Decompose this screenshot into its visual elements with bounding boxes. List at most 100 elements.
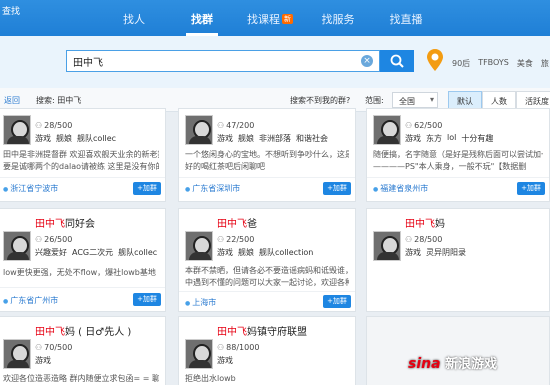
tag[interactable]: 和谐社会 — [296, 133, 328, 144]
group-card[interactable]: 28/500 游戏舰娘舰队collec 田中是非洲提督群 欢迎喜欢舰天业余的新老… — [0, 108, 166, 202]
group-description-line2: 好的喝红茶吧后闲聊吧 — [185, 162, 265, 171]
sort-members-tab[interactable]: 人数 — [482, 91, 516, 109]
sort-default-tab[interactable]: 默认 — [448, 91, 482, 109]
sort-activity-tab[interactable]: 活跃度 — [516, 91, 550, 109]
hot-link[interactable]: TFBOYS — [478, 58, 509, 69]
group-description: 欢迎各位造恶造略 群内随便立求包函= = 聊鹅N程N都 — [3, 374, 159, 383]
group-avatar — [373, 115, 401, 145]
join-group-button[interactable]: +加群 — [323, 295, 351, 308]
tag[interactable]: 舰娘 — [56, 133, 72, 144]
search-input[interactable]: 田中飞 × — [66, 50, 380, 72]
tag[interactable]: 灵异阴阳录 — [426, 247, 466, 258]
join-group-button[interactable]: +加群 — [133, 293, 161, 306]
tag[interactable]: 舰队collec — [118, 247, 157, 258]
group-card[interactable]: 62/500 游戏东方 lol 十分有趣 随便搞，名字随意（是好是残称后面可以尝试加… — [366, 108, 550, 202]
sina-games-watermark: sina 新浪游戏 — [408, 356, 498, 372]
tag[interactable]: 舰队collection — [259, 247, 313, 258]
card-divider — [179, 291, 355, 292]
group-description: 田中是非洲提督群 欢迎喜欢舰天业余的新老提督 — [3, 150, 159, 159]
tag[interactable]: 十分有趣 — [461, 133, 493, 144]
group-card[interactable]: 田中飞同好会 26/500 兴趣爱好 ACG二次元舰队collec low更快更强… — [0, 208, 166, 312]
tab-find-live[interactable]: 找直播 — [372, 0, 440, 36]
join-group-button[interactable]: +加群 — [517, 182, 545, 195]
tab-find-service[interactable]: 找服务 — [304, 0, 372, 36]
group-location[interactable]: 广东省广州市 — [3, 295, 58, 306]
group-avatar — [373, 231, 401, 261]
card-divider — [367, 177, 549, 178]
group-location[interactable]: 广东省深圳市 — [185, 183, 240, 194]
group-avatar — [185, 115, 213, 145]
group-card[interactable]: 田中飞妈镇守府联盟 88/1000 游戏 拒绝出水lowb — [178, 316, 356, 385]
tag[interactable]: ACG二次元 — [72, 247, 113, 258]
tag[interactable]: 兴趣爱好 — [35, 247, 67, 258]
range-label: 范围: — [365, 96, 384, 105]
member-count: 62/500 — [405, 121, 442, 130]
tag[interactable]: lol — [447, 133, 456, 144]
group-card[interactable]: 田中飞妈 ( 日♂先人 ) 70/500 游戏 欢迎各位造恶造略 群内随便立求包… — [0, 316, 166, 385]
search-icon — [390, 54, 404, 68]
group-description-line2: 中遇到不懂的问题可以大家一起讨论，欢迎各种 — [185, 278, 349, 287]
tag[interactable]: 游戏 — [405, 133, 421, 144]
tag[interactable]: 游戏 — [35, 133, 51, 144]
member-count: 28/500 — [35, 121, 72, 130]
tag[interactable]: 东方 — [426, 133, 442, 144]
group-name[interactable]: 田中飞同好会 — [35, 215, 95, 230]
group-description: low更快更强，无处不flow，爆社lowb基地 — [3, 268, 156, 277]
tag[interactable]: 游戏 — [35, 355, 51, 366]
tag[interactable]: 舰娘 — [238, 247, 254, 258]
search-button[interactable] — [380, 50, 414, 72]
group-avatar — [3, 115, 31, 145]
tag[interactable]: 非洲部落 — [259, 133, 291, 144]
tag[interactable]: 舰队collec — [77, 133, 116, 144]
card-divider — [0, 177, 165, 178]
join-group-button[interactable]: +加群 — [133, 182, 161, 195]
group-location[interactable]: 福建省泉州市 — [373, 183, 428, 194]
tag[interactable]: 舰娘 — [238, 133, 254, 144]
group-description-line2: 要是诚哪两个的dalao请被练 这里是没有你的位置 — [3, 162, 159, 171]
join-group-button[interactable]: +加群 — [323, 182, 351, 195]
group-location[interactable]: 上海市 — [185, 297, 216, 308]
member-count: 88/1000 — [217, 343, 259, 352]
group-avatar — [3, 231, 31, 261]
search-summary: 搜索: 田中飞 — [36, 96, 82, 105]
member-count: 28/500 — [405, 235, 442, 244]
group-tags: 游戏 — [35, 355, 51, 366]
card-divider — [179, 177, 355, 178]
clear-icon[interactable]: × — [361, 55, 373, 67]
tag[interactable]: 游戏 — [217, 247, 233, 258]
group-avatar — [185, 231, 213, 261]
group-name[interactable]: 田中飞妈镇守府联盟 — [217, 323, 307, 338]
group-location[interactable]: 浙江省宁波市 — [3, 183, 58, 194]
group-card[interactable]: 田中飞妈 28/500 游戏灵异阴阳录 — [366, 208, 550, 312]
tag[interactable]: 游戏 — [217, 133, 233, 144]
group-name[interactable]: 田中飞妈 ( 日♂先人 ) — [35, 323, 131, 338]
tab-find-course[interactable]: 找课程新 — [236, 0, 304, 36]
group-card[interactable]: 47/200 游戏舰娘非洲部落和谐社会 一个悠闲身心的宝地。不想听到争吵什么，这… — [178, 108, 356, 202]
member-count: 70/500 — [35, 343, 72, 352]
hot-link[interactable]: 旅 — [541, 58, 549, 69]
tab-find-people[interactable]: 找人 — [100, 0, 168, 36]
group-card[interactable]: 田中飞爸 22/500 游戏舰娘舰队collection 本群不禁晒，但请各必不… — [178, 208, 356, 312]
hot-link[interactable]: 90后 — [452, 58, 470, 69]
group-description: 一个悠闲身心的宝地。不想听到争吵什么，这是好 — [185, 150, 349, 159]
search-area: 田中飞 × 90后 TFBOYS 美食 旅 — [0, 36, 550, 88]
range-select[interactable]: 全国 — [392, 92, 438, 108]
group-name[interactable]: 田中飞妈 — [405, 215, 445, 230]
group-description-line2: ————PS"本人乘身，一般不玩"【数据删 — [373, 162, 527, 171]
group-avatar — [3, 339, 31, 369]
tag[interactable]: 游戏 — [217, 355, 233, 366]
title-bar: 查找 找人 找群 找课程新 找服务 找直播 — [0, 0, 550, 36]
tag[interactable]: 游戏 — [405, 247, 421, 258]
hot-link[interactable]: 美食 — [517, 58, 533, 69]
location-pin-icon[interactable] — [426, 48, 444, 72]
new-badge: 新 — [282, 14, 293, 24]
group-name[interactable]: 田中飞爸 — [217, 215, 257, 230]
not-found-link[interactable]: 搜索不到我的群? — [290, 95, 350, 106]
member-count: 22/500 — [217, 235, 254, 244]
group-tags: 游戏 东方 lol 十分有趣 — [405, 133, 493, 144]
hot-search-links: 90后 TFBOYS 美食 旅 — [452, 58, 549, 69]
member-count: 26/500 — [35, 235, 72, 244]
tab-find-group[interactable]: 找群 — [168, 0, 236, 36]
app-title: 查找 — [2, 7, 21, 17]
back-link[interactable]: 返回 — [4, 95, 20, 106]
